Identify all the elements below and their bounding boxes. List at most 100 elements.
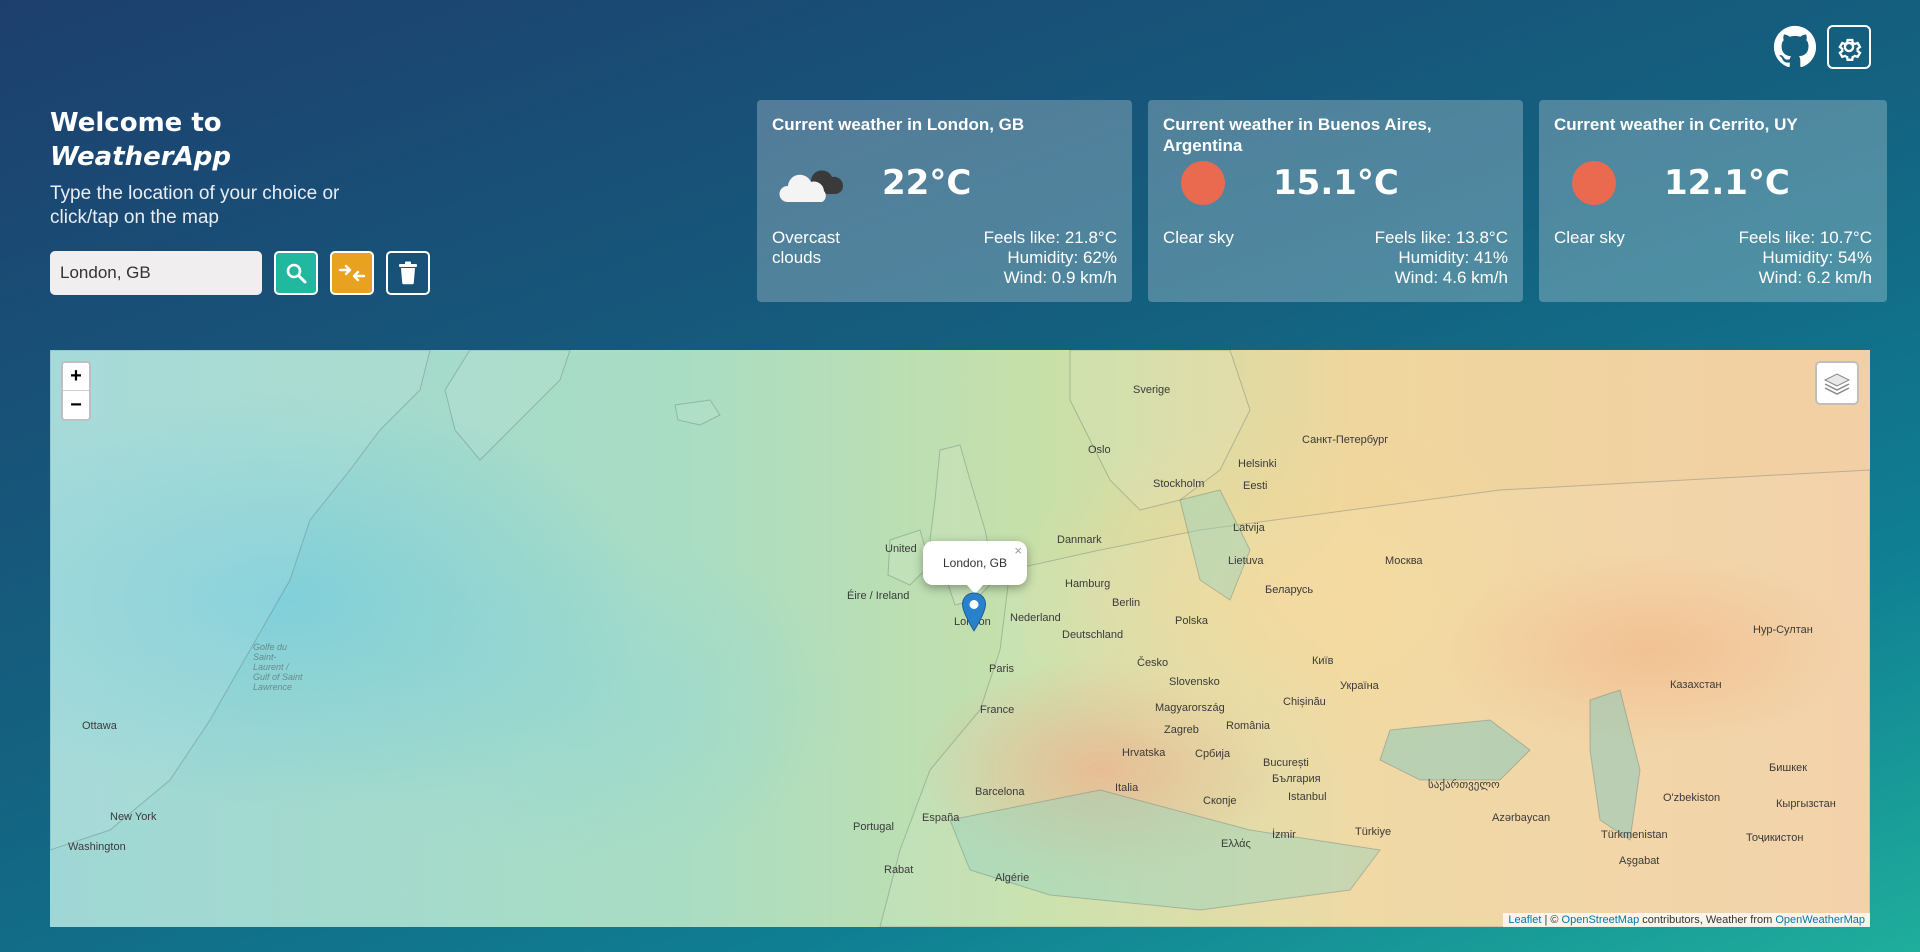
map-label: Türkiye [1355,826,1392,838]
map-label: Česko [1137,657,1169,669]
map-label: Latvija [1233,522,1265,534]
settings-button[interactable] [1827,25,1871,69]
weather-map[interactable]: Sverige Oslo Stockholm Helsinki Санкт-Пе… [50,350,1870,927]
location-input[interactable] [50,251,262,295]
card-humidity: Humidity: 41% [1398,248,1508,267]
map-label: Hamburg [1065,578,1111,590]
search-row [50,251,430,295]
map-label: Rabat [884,864,914,876]
layers-button[interactable] [1815,361,1859,405]
map-label: Chișinău [1283,696,1326,708]
app-name: WeatherApp [50,142,231,172]
weather-card: Current weather in Cerrito, UY 12.1°C Cl… [1539,100,1887,302]
map-label: Éire / Ireland [847,590,910,602]
card-temperature: 15.1°C [1273,163,1399,203]
layers-icon [1823,373,1851,395]
card-temperature: 12.1°C [1664,163,1790,203]
card-humidity: Humidity: 62% [1007,248,1117,267]
map-label: Barcelona [975,786,1025,798]
map-label: Oslo [1088,444,1111,456]
map-label: Ελλάς [1221,838,1251,850]
trash-icon [399,261,417,285]
sun-icon [1554,158,1634,208]
map-label: Algérie [995,872,1030,884]
card-title: Current weather in Buenos Aires, Argenti… [1163,115,1432,155]
zoom-in-button[interactable]: + [63,363,89,391]
page-title: Welcome to WeatherApp [50,106,430,174]
map-label: Nederland [1010,612,1061,624]
intro: Welcome to WeatherApp Type the location … [50,106,430,230]
map-label: Türkmenistan [1601,829,1668,841]
github-link[interactable] [1773,25,1817,69]
map-popup: London, GB × [923,541,1027,594]
map-label: Slovensko [1169,676,1220,688]
weather-cards: Current weather in London, GB 22°C Overc… [757,100,1887,302]
card-description: Clear sky [1163,228,1234,247]
map-label: Hrvatska [1122,747,1166,759]
card-stats: Feels like: 13.8°C Humidity: 41% Wind: 4… [1375,228,1508,288]
card-description: Overcast clouds [772,228,841,267]
card-title: Current weather in Cerrito, UY [1554,115,1798,134]
map-label: Lietuva [1228,555,1264,567]
map-label: Azərbaycan [1492,812,1551,824]
map-label: Sverige [1133,384,1171,396]
swap-button[interactable] [330,251,374,295]
osm-link[interactable]: OpenStreetMap [1562,914,1640,926]
attribution-sep: | © [1541,914,1562,926]
weather-card: Current weather in Buenos Aires, Argenti… [1148,100,1523,302]
map-label: Berlin [1112,597,1141,609]
card-feels-like: Feels like: 21.8°C [983,228,1117,247]
map-label: Москва [1385,555,1423,567]
map-label: Скопје [1203,795,1237,807]
attribution-mid: contributors, Weather from [1639,914,1776,926]
map-label: Eesti [1243,480,1268,492]
weather-card: Current weather in London, GB 22°C Overc… [757,100,1132,302]
map-label: Бишкек [1769,762,1808,774]
top-icons [1773,25,1871,69]
map-label: Danmark [1057,534,1102,546]
map-label: Washington [68,841,126,853]
map-label: Србија [1195,748,1231,760]
card-wind: Wind: 6.2 km/h [1758,268,1872,287]
owm-link[interactable]: OpenWeatherMap [1775,914,1865,926]
cloud-icon [772,158,852,208]
map-label: Київ [1312,655,1334,667]
map-label: Нур-Султан [1753,624,1813,636]
card-stats: Feels like: 21.8°C Humidity: 62% Wind: 0… [984,228,1117,288]
map-label: Polska [1175,615,1209,627]
map-label: United [885,543,917,555]
map-label: Ottawa [82,720,117,732]
card-humidity: Humidity: 54% [1762,248,1872,267]
map-marker[interactable] [961,592,987,637]
map-label: Stockholm [1153,478,1205,490]
map-label: Deutschland [1062,629,1124,641]
popup-close-button[interactable]: × [1014,543,1022,558]
map-label: Беларусь [1265,584,1314,596]
search-button[interactable] [274,251,318,295]
map-label: Aşgabat [1619,855,1660,867]
leaflet-link[interactable]: Leaflet [1508,914,1541,926]
card-wind: Wind: 0.9 km/h [1003,268,1117,287]
map-label: España [922,812,960,824]
card-stats: Feels like: 10.7°C Humidity: 54% Wind: 6… [1739,228,1872,288]
clear-button[interactable] [386,251,430,295]
swap-icon [338,264,366,282]
map-label: საქართველო [1428,779,1500,791]
map-label: România [1226,720,1271,732]
map-label: Кыргызстан [1776,798,1836,810]
instructions: Type the location of your choice or clic… [50,183,340,228]
zoom-out-button[interactable]: − [63,391,89,419]
map-label: Paris [989,663,1015,675]
map-label: Helsinki [1238,458,1277,470]
card-title: Current weather in London, GB [772,115,1025,134]
map-label: Тоҷикистон [1746,832,1804,844]
sun-icon [1163,158,1243,208]
card-description: Clear sky [1554,228,1625,247]
map-label: Istanbul [1288,791,1327,803]
map-label: O'zbekiston [1663,792,1721,804]
map-label: Zagreb [1164,724,1199,736]
welcome-text: Welcome to [50,108,222,138]
map-label: Україна [1340,680,1379,692]
map-label: Golfe du Saint-Laurent / Gulf of Saint L… [253,642,303,692]
card-temperature: 22°C [882,163,972,203]
